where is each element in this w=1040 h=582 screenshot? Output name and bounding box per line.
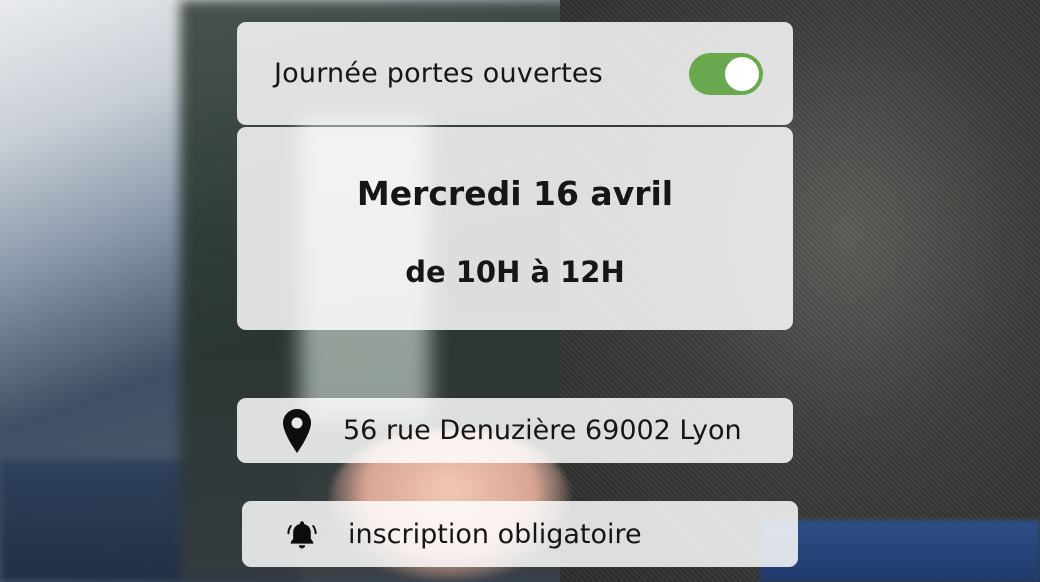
event-time: de 10H à 12H	[405, 255, 625, 289]
bell-icon	[286, 512, 318, 556]
location-pin-icon	[281, 408, 313, 453]
open-day-toggle[interactable]	[689, 52, 763, 95]
address-card: 56 rue Denuzière 69002 Lyon	[237, 398, 793, 463]
event-datetime-card: Mercredi 16 avril de 10H à 12H	[237, 127, 793, 330]
open-day-label: Journée portes ouvertes	[274, 58, 603, 89]
address-text: 56 rue Denuzière 69002 Lyon	[343, 415, 742, 446]
open-day-card: Journée portes ouvertes	[237, 22, 793, 125]
toggle-knob	[725, 56, 759, 91]
event-date: Mercredi 16 avril	[356, 174, 674, 213]
registration-text: inscription obligatoire	[348, 518, 642, 550]
registration-card: inscription obligatoire	[242, 501, 798, 567]
